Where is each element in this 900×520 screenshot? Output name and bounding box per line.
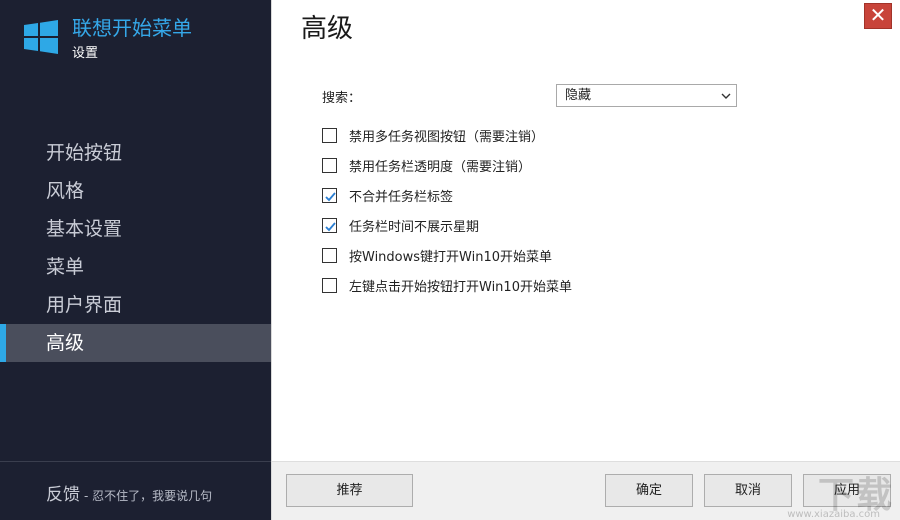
app-subtitle: 设置 [72,46,99,61]
cancel-button[interactable]: 取消 [704,474,792,507]
checkbox-checked[interactable] [322,217,337,233]
option-win-key-win10-menu[interactable]: 按Windows键打开Win10开始菜单 [322,240,572,270]
sidebar: 联想开始菜单 设置 开始按钮 风格 基本设置 菜单 用户界面 高级 反馈 - 忍不… [0,0,271,520]
close-button[interactable]: ✕ [864,3,892,29]
sidebar-item-user-interface[interactable]: 用户界面 [0,286,271,324]
option-label: 按Windows键打开Win10开始菜单 [349,249,552,265]
sidebar-item-basic-settings[interactable]: 基本设置 [0,210,271,248]
search-label: 搜索： [322,91,362,106]
option-left-click-win10-menu[interactable]: 左键点击开始按钮打开Win10开始菜单 [322,270,572,300]
search-select[interactable]: 隐藏 [556,84,737,107]
search-row: 搜索： 隐藏 [322,84,742,108]
option-label: 禁用任务栏透明度（需要注销） [349,159,532,175]
recommend-button[interactable]: 推荐 [286,474,413,507]
sidebar-item-advanced[interactable]: 高级 [0,324,271,362]
checkmark-icon [325,221,336,231]
checkbox-checked[interactable] [322,187,337,203]
options-list: 禁用多任务视图按钮（需要注销） 禁用任务栏透明度（需要注销） 不合并任务栏标签 … [322,120,572,300]
option-disable-taskbar-transparency[interactable]: 禁用任务栏透明度（需要注销） [322,150,572,180]
checkbox[interactable] [322,247,337,263]
watermark-url: www.xiazaiba.com [787,509,880,520]
sidebar-item-menu[interactable]: 菜单 [0,248,271,286]
checkbox[interactable] [322,277,337,293]
sidebar-divider [0,461,271,462]
option-label: 不合并任务栏标签 [349,189,454,205]
option-label: 任务栏时间不展示星期 [349,219,480,235]
checkmark-icon [325,191,336,201]
option-label: 禁用多任务视图按钮（需要注销） [349,129,545,145]
option-label: 左键点击开始按钮打开Win10开始菜单 [349,279,572,295]
checkbox[interactable] [322,157,337,173]
feedback-label: 反馈 [46,485,80,505]
option-disable-task-view[interactable]: 禁用多任务视图按钮（需要注销） [322,120,572,150]
sidebar-nav: 开始按钮 风格 基本设置 菜单 用户界面 高级 [0,134,271,362]
sidebar-item-style[interactable]: 风格 [0,172,271,210]
option-no-combine-taskbar[interactable]: 不合并任务栏标签 [322,180,572,210]
feedback-note: - 忍不住了，我要说几句 [84,489,213,503]
main-panel: 高级 ✕ 搜索： 隐藏 禁用多任务视图按钮（需要注销） 禁用任务栏透明度（需要注… [271,0,900,520]
checkbox[interactable] [322,127,337,143]
brand: 联想开始菜单 设置 [24,16,192,61]
sidebar-item-start-button[interactable]: 开始按钮 [0,134,271,172]
chevron-down-icon [721,93,731,99]
feedback-link[interactable]: 反馈 - 忍不住了，我要说几句 [46,480,212,505]
close-icon: ✕ [869,3,887,27]
search-select-value: 隐藏 [565,88,592,103]
page-title: 高级 [301,14,354,44]
option-hide-weekday[interactable]: 任务栏时间不展示星期 [322,210,572,240]
windows-logo-icon [24,20,58,54]
ok-button[interactable]: 确定 [605,474,693,507]
app-title: 联想开始菜单 [72,16,192,40]
